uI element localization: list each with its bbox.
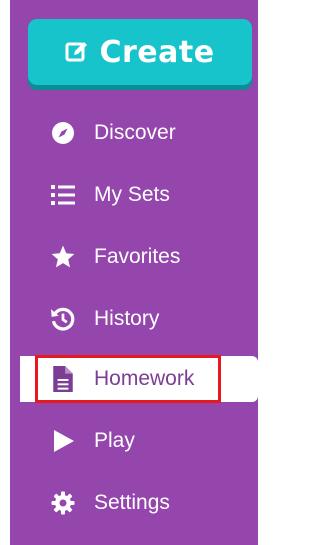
history-icon (50, 306, 76, 332)
sidebar-item-label: History (94, 307, 160, 330)
document-icon (50, 366, 76, 392)
sidebar-item-label: Play (94, 429, 135, 452)
sidebar-item-favorites[interactable]: Favorites (20, 234, 258, 280)
sidebar-item-label: My Sets (94, 183, 170, 206)
sidebar-item-label: Homework (94, 367, 195, 390)
sidebar-item-label: Settings (94, 491, 170, 514)
sidebar-item-my-sets[interactable]: My Sets (20, 172, 258, 218)
star-icon (50, 244, 76, 270)
create-button[interactable]: Create (28, 19, 252, 85)
compass-icon (50, 120, 76, 146)
list-icon (50, 182, 76, 208)
play-icon (50, 428, 76, 454)
create-button-label: Create (99, 34, 215, 70)
sidebar: Create Discover My Sets Favorites Histor… (10, 0, 258, 545)
gear-icon (50, 490, 76, 516)
sidebar-item-label: Discover (94, 121, 176, 144)
sidebar-item-play[interactable]: Play (20, 418, 258, 464)
edit-icon (65, 40, 89, 64)
sidebar-item-settings[interactable]: Settings (20, 480, 258, 526)
sidebar-item-history[interactable]: History (20, 296, 258, 342)
sidebar-item-label: Favorites (94, 245, 181, 268)
sidebar-item-discover[interactable]: Discover (20, 110, 258, 156)
sidebar-item-homework[interactable]: Homework (20, 356, 258, 402)
